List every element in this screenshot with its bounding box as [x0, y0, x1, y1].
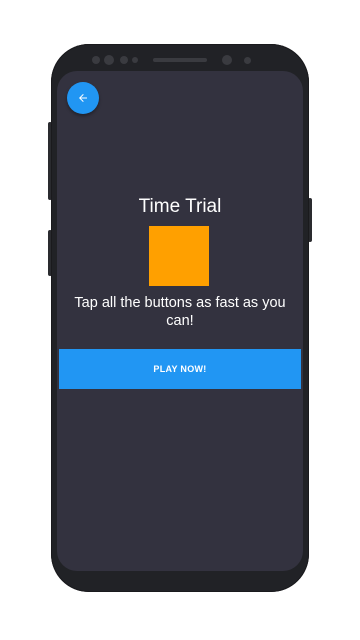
instructions-text: Tap all the buttons as fast as you can! — [74, 295, 286, 329]
back-button[interactable] — [67, 82, 99, 114]
app-screen: Time Trial Tap all the buttons as fast a… — [57, 71, 303, 571]
target-square — [149, 226, 209, 286]
sensor-dot — [132, 57, 138, 63]
page-title: Time Trial — [138, 196, 222, 217]
play-now-button[interactable]: PLAY NOW! — [59, 349, 301, 389]
arrow-left-icon — [77, 92, 89, 104]
play-now-label: PLAY NOW! — [153, 364, 207, 374]
device-mockup: Time Trial Tap all the buttons as fast a… — [0, 0, 360, 640]
sensor-dot — [92, 56, 100, 64]
front-camera-icon — [104, 55, 114, 65]
sensor-dot — [222, 55, 232, 65]
earpiece-speaker — [153, 58, 207, 62]
sensor-dot — [244, 57, 251, 64]
sensor-dot — [120, 56, 128, 64]
